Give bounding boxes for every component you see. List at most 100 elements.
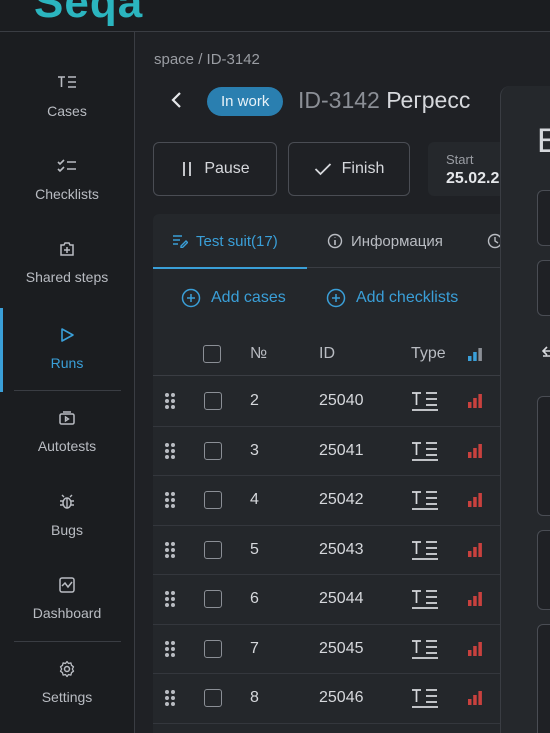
row-checkbox[interactable] (204, 392, 222, 411)
drag-handle-icon[interactable] (164, 427, 176, 476)
row-checkbox-cell (204, 377, 222, 426)
priority-high-icon (467, 674, 483, 723)
back-button[interactable] (170, 91, 184, 109)
row-id[interactable]: 25040 (319, 377, 364, 426)
drawer-field[interactable] (537, 530, 550, 610)
drag-handle-icon[interactable] (164, 674, 176, 723)
select-all-checkbox[interactable] (203, 344, 221, 363)
column-id[interactable]: ID (319, 332, 335, 375)
sidebar-item-autotests[interactable]: Autotests (0, 391, 134, 469)
status-badge: In work (207, 87, 284, 116)
tab-test-suit[interactable]: Test suit(17) (153, 214, 307, 269)
pause-icon (183, 162, 192, 176)
row-num: 7 (250, 639, 259, 657)
case-type-icon (411, 377, 439, 426)
case-type-icon (411, 674, 439, 723)
drag-handle-icon[interactable] (164, 377, 176, 426)
sidebar-item-settings[interactable]: Settings (0, 642, 134, 720)
row-num: 2 (250, 392, 259, 410)
row-checkbox[interactable] (204, 540, 222, 559)
sidebar-item-shared-steps[interactable]: Shared steps (0, 222, 134, 300)
bug-icon (56, 491, 78, 513)
finish-button[interactable]: Finish (288, 142, 410, 196)
case-type-icon (411, 625, 439, 674)
row-checkbox[interactable] (204, 590, 222, 609)
priority-high-icon (467, 575, 483, 624)
drag-handle-icon[interactable] (164, 526, 176, 575)
sidebar-item-checklists[interactable]: Checklists (0, 139, 134, 217)
row-checkbox[interactable] (204, 491, 222, 510)
row-num: 5 (250, 540, 259, 558)
shared-steps-icon (56, 238, 78, 260)
table-row[interactable]: 6 25044 (153, 575, 550, 625)
tab-info[interactable]: Информация (327, 214, 443, 268)
breadcrumb[interactable]: space / ID-3142 (154, 51, 260, 68)
drawer-field[interactable] (537, 260, 550, 316)
row-num: 3 (250, 441, 259, 459)
sidebar-item-label: Bugs (51, 521, 83, 538)
case-type-icon (411, 526, 439, 575)
sidebar-item-bugs[interactable]: Bugs (0, 475, 134, 553)
play-icon (56, 324, 78, 346)
plus-circle-icon (181, 288, 201, 308)
drawer-heading: E (537, 122, 550, 161)
row-id[interactable]: 25045 (319, 625, 364, 674)
drag-handle-icon[interactable] (164, 575, 176, 624)
row-checkbox-cell (204, 526, 222, 575)
row-checkbox[interactable] (204, 441, 222, 460)
side-drawer: E (500, 86, 550, 733)
drawer-field[interactable] (537, 624, 550, 733)
row-id[interactable]: 25041 (319, 427, 364, 476)
drawer-field[interactable] (537, 190, 550, 246)
plus-circle-icon (326, 288, 346, 308)
table-row[interactable]: 2 25040 (153, 377, 550, 427)
column-num[interactable]: № (250, 332, 267, 375)
row-num: 6 (250, 590, 259, 608)
column-type[interactable]: Type (411, 332, 446, 375)
sidebar-item-dashboard[interactable]: Dashboard (0, 558, 134, 636)
case-type-icon (411, 575, 439, 624)
sidebar-item-runs[interactable]: Runs (0, 308, 134, 392)
case-type-icon (411, 427, 439, 476)
table-row[interactable]: 4 25042 (153, 476, 550, 526)
sidebar: Cases Checklists Shared steps Runs Autot… (0, 32, 135, 733)
table-row[interactable]: 3 25041 (153, 427, 550, 476)
row-num: 4 (250, 491, 259, 509)
row-checkbox[interactable] (204, 639, 222, 658)
page-title: ID-3142 Регресс (298, 87, 470, 114)
add-cases-link[interactable]: Add cases (181, 288, 286, 308)
table-row[interactable]: 7 25045 (153, 625, 550, 674)
row-id[interactable]: 25044 (319, 575, 364, 624)
info-icon (327, 233, 343, 249)
priority-high-icon (467, 526, 483, 575)
autotests-icon (56, 407, 78, 429)
row-id[interactable]: 25042 (319, 476, 364, 525)
add-checklists-link[interactable]: Add checklists (326, 288, 458, 308)
chevron-left-icon (171, 92, 181, 108)
sidebar-item-cases[interactable]: Cases (0, 56, 134, 134)
run-id: ID-3142 (298, 87, 380, 113)
add-cases-label: Add cases (211, 289, 286, 306)
drag-handle-icon[interactable] (164, 476, 176, 525)
cases-icon (56, 72, 78, 94)
sidebar-item-label: Cases (47, 102, 87, 119)
row-checkbox[interactable] (204, 689, 222, 708)
priority-high-icon (467, 476, 483, 525)
row-checkbox-cell (204, 476, 222, 525)
drag-handle-icon[interactable] (164, 625, 176, 674)
pause-button[interactable]: Pause (153, 142, 277, 196)
drawer-field[interactable] (537, 396, 550, 516)
table-row[interactable]: 8 25046 (153, 674, 550, 724)
priority-high-icon (467, 427, 483, 476)
row-checkbox-cell (204, 674, 222, 723)
priority-column-icon[interactable] (467, 332, 483, 375)
app-logo[interactable]: Seqa (34, 0, 143, 28)
row-id[interactable]: 25046 (319, 674, 364, 723)
table-row[interactable]: 5 25043 (153, 526, 550, 575)
row-id[interactable]: 25043 (319, 526, 364, 575)
finish-label: Finish (341, 160, 385, 177)
case-type-icon (411, 476, 439, 525)
priority-high-icon (467, 625, 483, 674)
arrow-back-icon[interactable] (541, 344, 550, 363)
sidebar-item-label: Autotests (37, 437, 97, 454)
